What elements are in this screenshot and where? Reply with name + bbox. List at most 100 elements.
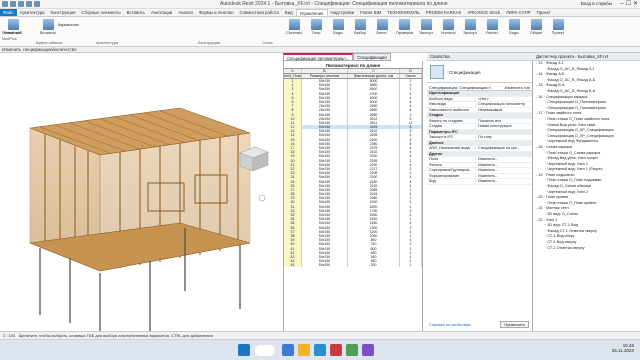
tab-13[interactable]: ТЕХНОНИКОЛЬ: [384, 9, 422, 16]
schedule-cell[interactable]: 1: [400, 263, 422, 268]
property-value[interactable]: Изменить...: [475, 179, 532, 184]
tab-4[interactable]: Вставить: [124, 9, 148, 16]
column-header[interactable]: АКИ_Позиция: [284, 74, 302, 78]
doc-tab-0[interactable]: Спецификация пиломатериал...: [283, 53, 354, 61]
tab-1[interactable]: Архитектура: [17, 9, 48, 16]
property-value[interactable]: Спецификации на кре...: [475, 146, 532, 151]
doc-tab-1[interactable]: Спецификация: [353, 53, 391, 61]
ribbon-button-6[interactable]: Экспорт: [418, 19, 434, 39]
tab-9[interactable]: Вид: [282, 9, 296, 16]
open-icon[interactable]: [10, 1, 16, 7]
property-value[interactable]: По типу: [475, 135, 532, 140]
property-value[interactable]: Спецификация пиломатер: [475, 102, 532, 107]
tab-3[interactable]: Сборные элементы: [78, 9, 123, 16]
ribbon-button-2[interactable]: Виды: [330, 19, 346, 39]
ribbon-label-11: Общие: [529, 31, 543, 35]
property-value[interactable]: Независимый: [475, 107, 532, 112]
karkas-plan-label[interactable]: Каркасплан: [58, 23, 79, 27]
window-controls[interactable]: ─ ☐ ✕: [620, 0, 638, 7]
schedule-cell[interactable]: 200: [348, 263, 400, 268]
properties-help-link[interactable]: Справка по свойствам: [429, 322, 471, 327]
tab-17[interactable]: Проект: [534, 9, 554, 16]
project-browser[interactable]: - 13 · Фасад 3-1 · Фасад О_АС_В_Фасад 3-1…: [533, 61, 640, 331]
3d-viewport[interactable]: [0, 53, 283, 338]
search-icon[interactable]: [255, 345, 275, 356]
tab-2[interactable]: Конструкция: [47, 9, 78, 16]
instance-selector[interactable]: Спецификация: Спецификация п: [429, 85, 491, 90]
ribbon-button-7[interactable]: Утилиты: [440, 19, 456, 39]
property-row[interactable]: Вид Изменить...: [427, 179, 532, 185]
explorer-icon[interactable]: [298, 344, 310, 356]
property-name: Данные: [429, 140, 444, 145]
system-clock[interactable]: 15:48 25.11.2023: [612, 343, 634, 353]
schedule-view[interactable]: Пиломатериал по длине ABCD АКИ_ПозицияРа…: [283, 61, 423, 331]
tab-7[interactable]: Формы и генплан: [196, 9, 237, 16]
tab-10[interactable]: Управление: [295, 9, 328, 16]
app-icon-red[interactable]: [330, 344, 342, 356]
column-header[interactable]: Размеры сечения: [302, 74, 348, 78]
tab-0[interactable]: Файл: [0, 9, 17, 16]
tab-6[interactable]: Анализ: [175, 9, 196, 16]
ribbon-label-9: Расчет: [485, 31, 499, 35]
type-selector[interactable]: Летний каб.: [2, 31, 23, 35]
quick-access-toolbar[interactable]: [2, 1, 40, 7]
ribbon-button-3[interactable]: Выбор: [352, 19, 368, 39]
column-letter[interactable]: D: [400, 69, 422, 73]
ribbon-button-5[interactable]: Проверка: [396, 19, 413, 39]
properties-palette: Спецификация Спецификация: Спецификация …: [427, 61, 533, 331]
column-letter[interactable]: C: [348, 69, 400, 73]
taskbar: 15:48 25.11.2023: [0, 339, 640, 360]
app-icon-purple[interactable]: [362, 344, 374, 356]
ribbon-button-8[interactable]: Экспорт: [462, 19, 478, 39]
property-value[interactable]: Изменить...: [475, 157, 532, 162]
tab-5[interactable]: Аннотации: [148, 9, 175, 16]
app-icon[interactable]: [2, 1, 8, 7]
view-scale[interactable]: 1 : 100: [3, 333, 15, 338]
ribbon-button-11[interactable]: Общие: [528, 19, 544, 39]
schedule-row[interactable]: 45 50x150 200 1: [284, 263, 422, 268]
app-icon-green[interactable]: [346, 344, 358, 356]
column-header[interactable]: Число: [400, 74, 422, 78]
ribbon-button-4[interactable]: Аннот.: [374, 19, 390, 39]
browser-item[interactable]: · СТ-1 Отметка сверху: [533, 246, 640, 252]
tab-12[interactable]: Frame BIM: [357, 9, 384, 16]
modify-button[interactable]: Изменить: [2, 19, 24, 39]
redo-icon[interactable]: [34, 1, 40, 7]
schedule-cell[interactable]: 50x150: [302, 263, 348, 268]
apply-button[interactable]: Применить: [500, 321, 529, 328]
ribbon-button-12[interactable]: Проект: [550, 19, 566, 39]
building-frame-model[interactable]: [0, 53, 283, 338]
property-value[interactable]: Изменить...: [475, 173, 532, 178]
column-letter[interactable]: B: [302, 69, 348, 73]
save-icon[interactable]: [18, 1, 24, 7]
undo-icon[interactable]: [26, 1, 32, 7]
ribbon-button-1[interactable]: Типы: [308, 19, 324, 39]
edit-type-button[interactable]: Изменить тип: [505, 85, 530, 90]
property-value[interactable]: Изменить...: [475, 168, 532, 173]
tab-11[interactable]: Надстройки: [328, 9, 358, 16]
ribbon-icon-12: [552, 19, 564, 30]
property-value[interactable]: Изменить...: [475, 162, 532, 167]
tab-8[interactable]: Совместная работа: [237, 9, 282, 16]
revit-icon[interactable]: [314, 344, 326, 356]
navigation-bar-icon[interactable]: [258, 194, 266, 202]
property-value[interactable]: <Нет>: [475, 96, 532, 101]
status-text: Щелкните, чтобы выбрать, клавиша ТАБ для…: [18, 333, 213, 338]
column-letter[interactable]: A: [284, 69, 302, 73]
ribbon-button-0[interactable]: Системы: [286, 19, 302, 39]
start-icon[interactable]: [238, 344, 250, 356]
ribbon-button-10[interactable]: Виды: [506, 19, 522, 39]
tab-15[interactable]: ARKANCE Stock: [464, 9, 503, 16]
tab-14[interactable]: PROBIM KARKAS: [423, 9, 465, 16]
paste-button[interactable]: Вставить: [40, 19, 56, 39]
ribbon-icon-5: [398, 19, 410, 30]
schedule-cell[interactable]: 45: [284, 263, 302, 268]
ribbon-button-9[interactable]: Расчет: [484, 19, 500, 39]
signin-link[interactable]: Вход в службы: [581, 1, 612, 6]
tab-16[interactable]: ЛИРА-САПР: [503, 9, 534, 16]
column-header[interactable]: Фактическая длина, мм: [348, 74, 400, 78]
property-value[interactable]: Новая конструкция: [475, 124, 532, 129]
property-value[interactable]: Показать все: [475, 118, 532, 123]
ribbon-label-2: Виды: [333, 31, 343, 35]
browser-icon[interactable]: [282, 344, 294, 356]
